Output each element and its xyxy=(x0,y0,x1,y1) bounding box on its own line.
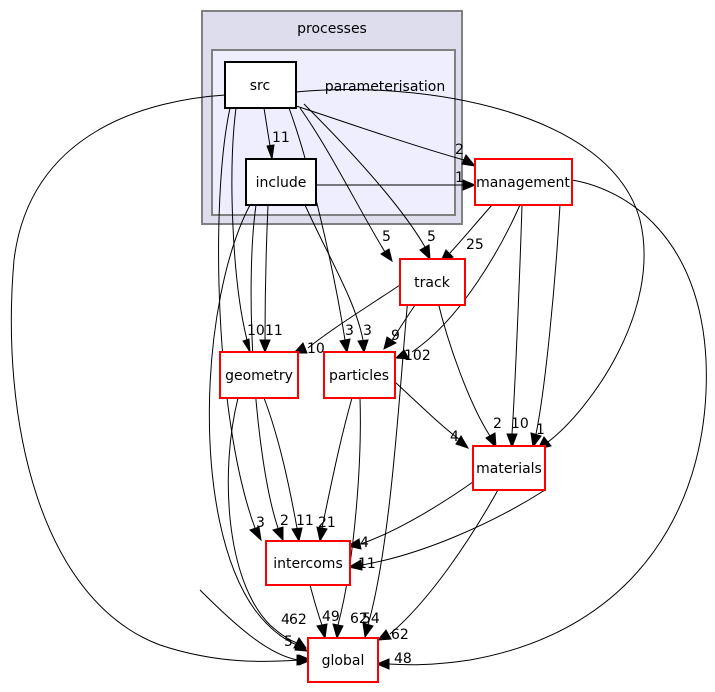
node-particles[interactable]: particles xyxy=(323,351,396,399)
edge-label-materials-1: 1 xyxy=(536,422,545,438)
edge-label-materials-4: 4 xyxy=(450,429,459,445)
edge-label-src-track: 5 xyxy=(382,229,391,245)
node-global-label: global xyxy=(322,653,365,669)
edge-label-particles-3b: 3 xyxy=(363,323,372,339)
edge-label-particles-3a: 3 xyxy=(345,323,354,339)
edge-track-to-global xyxy=(362,297,409,639)
edge-label-src-management: 2 xyxy=(455,142,464,158)
node-materials-label: materials xyxy=(476,461,542,477)
edge-management-to-materials xyxy=(506,204,523,449)
edge-label-management-track: 25 xyxy=(466,237,484,253)
edge-label-global-49: 49 xyxy=(322,609,340,625)
cluster-processes-label: processes xyxy=(297,21,367,37)
edge-label-global-48: 48 xyxy=(394,651,412,667)
edge-label-global-62: 62 xyxy=(289,612,307,628)
node-include-label: include xyxy=(256,175,307,191)
edge-label-materials-2: 2 xyxy=(493,416,502,432)
edge-label-particles-10: 10 xyxy=(307,341,325,357)
edge-label-materials-10: 10 xyxy=(511,416,529,432)
node-global[interactable]: global xyxy=(307,637,379,683)
edge-label-intercoms-4: 4 xyxy=(360,535,369,551)
node-intercoms-label: intercoms xyxy=(273,556,343,572)
edge-particles-to-global xyxy=(332,397,361,640)
edge-label-geometry-11: 11 xyxy=(265,323,283,339)
edge-label-particles-102: 102 xyxy=(404,348,431,364)
edge-label-geometry-10: 10 xyxy=(247,323,265,339)
node-track[interactable]: track xyxy=(399,258,466,306)
node-management-label: management xyxy=(476,175,570,191)
node-geometry-label: geometry xyxy=(225,368,293,384)
edge-label-include-management: 1 xyxy=(455,170,464,186)
edge-label-intercoms-11b: 11 xyxy=(358,556,376,572)
edge-label-global-54: 54 xyxy=(362,611,380,627)
edge-label-intercoms-21: 21 xyxy=(318,515,336,531)
edge-label-intercoms-2: 2 xyxy=(280,513,289,529)
node-src-label: src xyxy=(250,78,270,94)
node-geometry[interactable]: geometry xyxy=(219,351,299,399)
node-include[interactable]: include xyxy=(245,158,317,206)
edge-label-intercoms-3: 3 xyxy=(256,515,265,531)
edge-management-right-to-materials xyxy=(530,204,561,449)
node-intercoms[interactable]: intercoms xyxy=(265,540,351,586)
edge-label-src-include: 11 xyxy=(272,130,290,146)
edge-label-include-track: 5 xyxy=(427,229,436,245)
edge-label-intercoms-11: 11 xyxy=(296,513,314,529)
edge-label-global-5: 5 xyxy=(284,634,293,650)
node-track-label: track xyxy=(414,275,451,291)
edge-management-to-intercoms xyxy=(347,489,546,571)
dependency-graph: processes parameterisation src include m… xyxy=(0,0,715,692)
edge-materials-to-global xyxy=(376,489,499,641)
edge-include-to-particles xyxy=(304,204,369,354)
edge-track-to-materials xyxy=(436,297,497,449)
cluster-parameterisation-label: parameterisation xyxy=(325,79,446,95)
node-materials[interactable]: materials xyxy=(472,445,546,491)
node-particles-label: particles xyxy=(329,368,389,384)
node-src[interactable]: src xyxy=(224,61,297,109)
edge-label-particles-9: 9 xyxy=(391,328,400,344)
edge-label-global-62c: 62 xyxy=(391,627,409,643)
node-management[interactable]: management xyxy=(474,158,573,206)
edge-geometry-to-global xyxy=(227,397,307,649)
